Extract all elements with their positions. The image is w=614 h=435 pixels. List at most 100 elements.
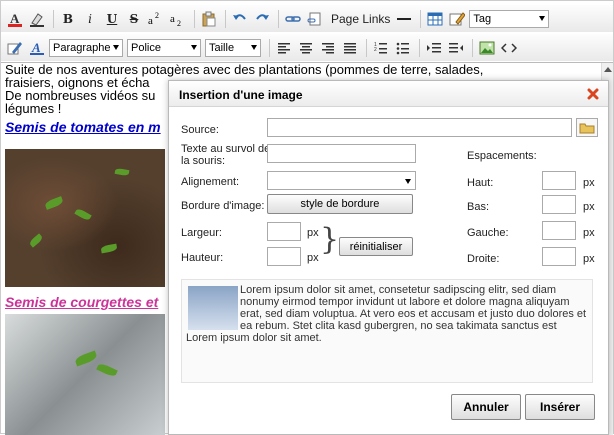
chevron-down-icon [539,15,546,21]
link-icon[interactable] [283,9,303,29]
chevron-down-icon [113,44,119,50]
chevron-down-icon [405,179,411,184]
width-label: Largeur: [181,227,222,239]
paste-icon[interactable] [199,9,219,29]
toolbar-row-1: A B i U S a2 a2 Page Links Tag [1,5,613,32]
toolbar-separator [366,38,367,57]
preview-text: Lorem ipsum dolor sit amet, consetetur s… [186,284,587,344]
subscript-button[interactable]: a2 [168,9,188,29]
align-justify-icon[interactable] [340,38,360,58]
format-select-value: Paragraphe [53,41,111,54]
italic-button[interactable]: i [80,9,100,29]
content-photo-courgette-seedling [5,314,165,435]
insert-button[interactable]: Insérer [525,394,595,420]
underline-button[interactable]: U [102,9,122,29]
bold-button[interactable]: B [58,9,78,29]
rich-text-editor: A B i U S a2 a2 Page Links Tag A Paragra… [0,0,614,435]
chevron-down-icon [191,44,197,50]
indent-icon[interactable] [424,38,444,58]
spacing-left-input[interactable] [542,221,576,240]
alignment-label: Alignement: [181,176,240,188]
superscript-button[interactable]: a2 [146,9,166,29]
spacing-left-unit: px [583,227,595,239]
spacing-right-unit: px [583,253,595,265]
preview-text-block: Lorem ipsum dolor sit amet, consetetur s… [186,284,588,344]
svg-text:A: A [10,11,20,26]
svg-text:a: a [170,13,175,25]
border-style-button[interactable]: style de bordure [267,194,413,214]
page-links-icon[interactable] [305,9,325,29]
reset-button[interactable]: réinitialiser [339,237,413,256]
height-unit: px [307,252,319,264]
outdent-icon[interactable] [446,38,466,58]
heading-link-courgettes[interactable]: Semis de courgettes et [5,294,158,310]
content-photo-tomato-seedlings [5,149,165,287]
close-icon[interactable] [587,88,599,100]
horizontal-rule-icon[interactable] [394,9,414,29]
insert-image-icon[interactable] [477,38,497,58]
hover-text-label: Texte au survol de la souris: [181,143,271,167]
redo-icon[interactable] [252,9,272,29]
chevron-down-icon [251,44,257,50]
highlight-color-icon[interactable] [27,9,47,29]
source-code-icon[interactable] [499,38,519,58]
dialog-title: Insertion d'une image [179,88,303,102]
height-label: Hauteur: [181,252,224,264]
svg-text:a: a [148,15,153,27]
svg-text:2: 2 [177,19,181,27]
svg-text:2: 2 [374,47,377,53]
image-preview: Lorem ipsum dolor sit amet, consetetur s… [181,279,593,383]
toolbar-separator [269,38,270,57]
format-select[interactable]: Paragraphe [49,38,123,57]
tag-select-value: Tag [473,12,492,25]
svg-text:2: 2 [155,11,159,20]
table-icon[interactable] [425,9,445,29]
toolbar-separator [472,38,473,57]
size-select[interactable]: Taille [205,38,261,57]
width-input[interactable] [267,222,301,241]
cancel-button[interactable]: Annuler [451,394,521,420]
page-links-button[interactable]: Page Links [331,12,390,26]
strikethrough-button[interactable]: S [124,9,144,29]
toolbar-separator [225,9,226,28]
folder-icon[interactable] [576,118,598,137]
source-label: Source: [181,124,219,136]
toolbar-row-2: A Paragraphe Police Taille 12 [1,34,613,61]
toolbar-separator [419,38,420,57]
toolbar-separator [420,9,422,28]
ordered-list-icon[interactable]: 12 [371,38,391,58]
spacing-bottom-unit: px [583,201,595,213]
toolbar-separator [278,9,279,28]
height-input[interactable] [267,247,301,266]
font-select-value: Police [131,41,161,54]
spacing-right-input[interactable] [542,247,576,266]
spacing-top-unit: px [583,177,595,189]
size-select-value: Taille [209,41,235,54]
preview-float-spacer [186,284,240,330]
source-input[interactable] [267,118,572,137]
edit-style-icon[interactable] [5,38,25,58]
font-style-icon[interactable]: A [27,38,47,58]
scroll-up-icon[interactable] [604,67,612,72]
toolbar-separator [53,9,54,28]
insert-image-dialog: Insertion d'une image Source: Texte au s… [168,80,609,435]
spacing-left-label: Gauche: [467,227,509,239]
spacing-right-label: Droite: [467,253,500,265]
border-label: Bordure d'image: [181,200,265,212]
align-left-icon[interactable] [274,38,294,58]
tag-select[interactable]: Tag [469,9,550,28]
text-color-icon[interactable]: A [5,9,25,29]
width-unit: px [307,227,319,239]
edit-table-icon[interactable] [447,9,467,29]
toolbar-separator [194,9,195,28]
spacing-top-input[interactable] [542,171,576,190]
hover-text-input[interactable] [267,144,416,163]
font-select[interactable]: Police [127,38,201,57]
unordered-list-icon[interactable] [393,38,413,58]
undo-icon[interactable] [230,9,250,29]
svg-text:A: A [31,40,41,55]
alignment-select[interactable] [267,171,416,190]
spacing-bottom-input[interactable] [542,195,576,214]
align-center-icon[interactable] [296,38,316,58]
align-right-icon[interactable] [318,38,338,58]
